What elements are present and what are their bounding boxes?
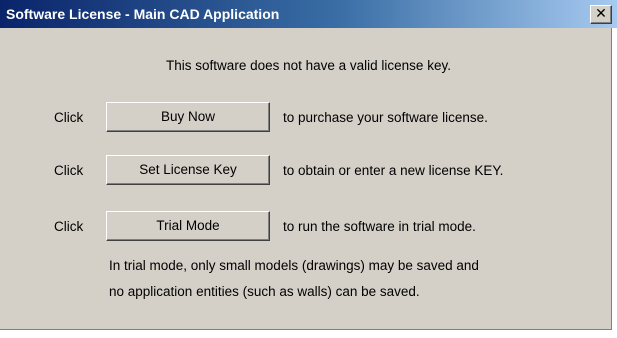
trial-mode-description: to run the software in trial mode. — [283, 219, 476, 234]
license-message: This software does not have a valid lice… — [166, 58, 451, 73]
window-title: Software License - Main CAD Application — [6, 6, 280, 22]
title-bar[interactable]: Software License - Main CAD Application … — [0, 0, 617, 28]
close-icon: ✕ — [595, 6, 607, 22]
buy-now-description: to purchase your software license. — [283, 110, 488, 125]
trial-mode-button[interactable]: Trial Mode — [106, 211, 270, 241]
click-label: Click — [54, 110, 84, 125]
set-license-key-description: to obtain or enter a new license KEY. — [283, 163, 504, 178]
click-label: Click — [54, 163, 84, 178]
buy-now-button[interactable]: Buy Now — [106, 102, 270, 132]
license-dialog: Software License - Main CAD Application … — [0, 0, 617, 330]
trial-mode-note-line-2: no application entities (such as walls) … — [109, 284, 420, 299]
click-label: Click — [54, 219, 84, 234]
set-license-key-button[interactable]: Set License Key — [106, 155, 270, 185]
trial-mode-note-line-1: In trial mode, only small models (drawin… — [109, 258, 479, 273]
close-button[interactable]: ✕ — [590, 5, 612, 24]
